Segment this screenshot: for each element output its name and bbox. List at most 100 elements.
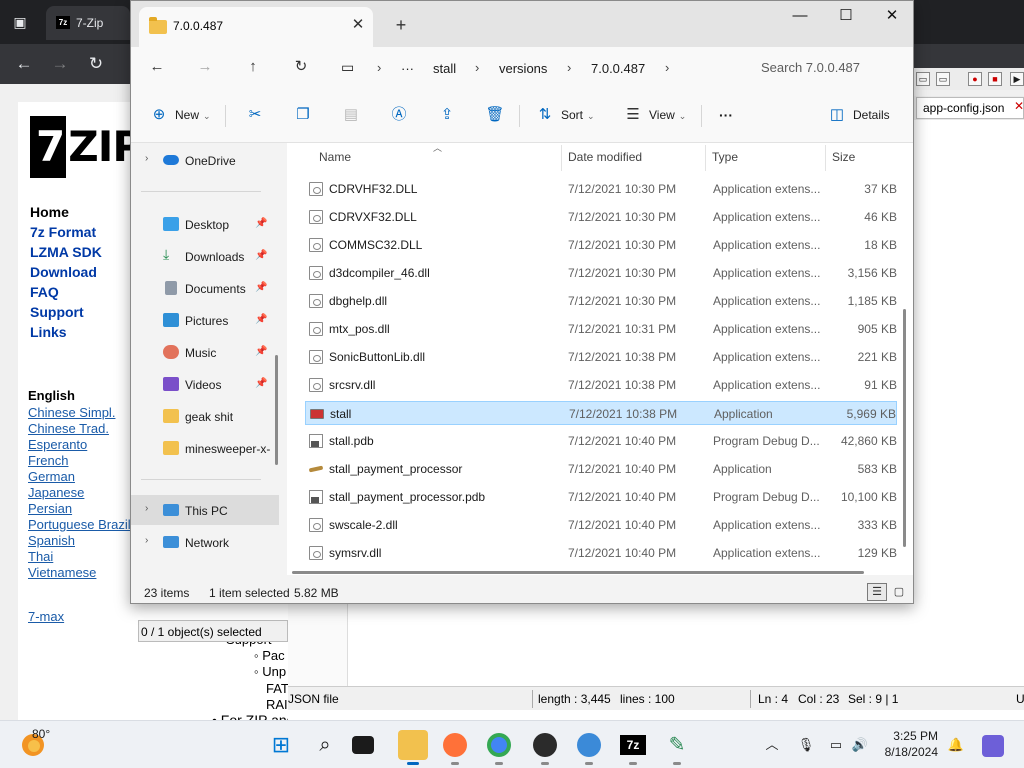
language-link[interactable]: Esperanto (28, 437, 131, 453)
task-view-icon[interactable] (352, 736, 374, 754)
breadcrumb-more[interactable]: ··· (401, 61, 414, 76)
nav-home[interactable]: Home (30, 202, 102, 222)
rename-icon[interactable]: Ⓐ (389, 105, 409, 125)
record-icon[interactable]: ● (968, 72, 982, 86)
close-tab-icon[interactable]: ✕ (349, 16, 367, 34)
forward-arrow-icon[interactable]: → (48, 52, 72, 76)
language-link[interactable]: Chinese Trad. (28, 421, 131, 437)
column-divider[interactable] (561, 145, 562, 171)
language-link[interactable]: Thai (28, 549, 131, 565)
paste-icon[interactable]: ▤ (341, 105, 361, 125)
search-input[interactable]: Search 7.0.0.487 (743, 53, 903, 83)
editor-tab[interactable]: app-config.json (916, 97, 1024, 119)
microphone-icon[interactable]: 🎙 (796, 735, 816, 755)
nav-item-pictures[interactable]: Pictures 📌 (131, 305, 279, 335)
file-row[interactable]: stall 7/12/2021 10:38 PM Application 5,969 … (305, 401, 897, 425)
stop-icon[interactable]: ■ (988, 72, 1002, 86)
language-link[interactable]: Japanese (28, 485, 131, 501)
file-row[interactable]: mtx_pos.dll 7/12/2021 10:31 PM Application… (305, 317, 897, 341)
maximize-icon[interactable]: ☐ (823, 1, 869, 33)
file-row[interactable]: srcsrv.dll 7/12/2021 10:38 PM Application … (305, 373, 897, 397)
more-options-button[interactable]: ··· (719, 103, 733, 127)
language-link[interactable]: Chinese Simpl. (28, 405, 131, 421)
open-icon[interactable]: ▭ (936, 72, 950, 86)
share-icon[interactable]: ⇪ (437, 105, 457, 125)
delete-icon[interactable]: 🗑 (485, 105, 505, 125)
file-row[interactable]: stall.pdb 7/12/2021 10:40 PM Program Debug… (305, 429, 897, 453)
sort-button[interactable]: Sort ⌄ (561, 103, 595, 127)
nav-item-minesweeper[interactable]: minesweeper-x- (131, 433, 279, 463)
obs-icon[interactable] (530, 730, 560, 765)
file-row[interactable]: d3dcompiler_46.dll 7/12/2021 10:30 PM Appl… (305, 261, 897, 285)
breadcrumb[interactable]: ▭ › ··· › stall versions › 7.0.0.487 › (333, 53, 727, 83)
monitor-icon[interactable]: ▭ (341, 59, 354, 76)
column-name[interactable]: Name (319, 150, 351, 164)
browser-tab[interactable]: 7z 7-Zip (46, 6, 130, 40)
chevron-up-icon[interactable]: ︿ (762, 735, 782, 755)
nav-item-onedrive[interactable]: › OneDrive (131, 145, 279, 175)
explorer-tab[interactable]: 7.0.0.487 ✕ (139, 7, 373, 47)
view-button[interactable]: View ⌄ (649, 103, 686, 127)
language-link[interactable]: Spanish (28, 533, 131, 549)
nav-support[interactable]: Support (30, 302, 102, 322)
network-status-icon[interactable]: ▭ (826, 735, 846, 755)
language-link[interactable]: French (28, 453, 131, 469)
column-divider[interactable] (825, 145, 826, 171)
language-link[interactable]: Persian (28, 501, 131, 517)
play-icon[interactable]: ▶ (1010, 72, 1024, 86)
refresh-icon[interactable]: ↻ (289, 55, 313, 79)
file-row[interactable]: stall_payment_processor.pdb 7/12/2021 10:… (305, 485, 897, 509)
file-row[interactable]: CDRVHF32.DLL 7/12/2021 10:30 PM Applicatio… (305, 177, 897, 201)
reload-icon[interactable]: ↻ (84, 52, 108, 76)
nav-item-videos[interactable]: Videos 📌 (131, 369, 279, 399)
firefox-icon[interactable] (440, 730, 470, 765)
chevron-right-icon[interactable]: › (145, 535, 148, 546)
nav-faq[interactable]: FAQ (30, 282, 102, 302)
weather-temperature[interactable]: 80° (32, 727, 50, 741)
breadcrumb-item[interactable]: 7.0.0.487 (591, 61, 645, 76)
volume-icon[interactable]: 🔊 (850, 735, 870, 755)
file-explorer-icon[interactable] (398, 730, 428, 765)
clock[interactable]: 3:25 PM 8/18/2024 (878, 728, 938, 760)
chevron-right-icon[interactable]: › (145, 153, 148, 164)
new-button[interactable]: New ⌄ (175, 103, 211, 127)
column-divider[interactable] (705, 145, 706, 171)
close-window-icon[interactable]: ✕ (869, 1, 915, 33)
vertical-scrollbar[interactable] (903, 309, 906, 547)
globe-app-icon[interactable] (574, 730, 604, 765)
tab-search-icon[interactable]: ▣ (8, 10, 32, 34)
nav-lzma-sdk[interactable]: LZMA SDK (30, 242, 102, 262)
copilot-icon[interactable] (982, 735, 1004, 757)
column-type[interactable]: Type (712, 150, 738, 164)
sevenmax-link[interactable]: 7-max (28, 609, 64, 624)
copy-icon[interactable]: ❐ (293, 105, 313, 125)
nav-item-desktop[interactable]: Desktop 📌 (131, 209, 279, 239)
file-row[interactable]: SonicButtonLib.dll 7/12/2021 10:38 PM Appl… (305, 345, 897, 369)
forward-arrow-icon[interactable]: → (193, 55, 217, 79)
back-arrow-icon[interactable]: ← (12, 52, 36, 76)
minimize-icon[interactable]: — (777, 1, 823, 33)
file-row[interactable]: swscale-2.dll 7/12/2021 10:40 PM Applicati… (305, 513, 897, 537)
nav-item-network[interactable]: › Network (131, 527, 279, 557)
language-link[interactable]: German (28, 469, 131, 485)
column-size[interactable]: Size (832, 150, 855, 164)
nav-download[interactable]: Download (30, 262, 102, 282)
details-button[interactable]: Details (853, 103, 890, 127)
horizontal-scrollbar[interactable] (292, 571, 864, 574)
file-row[interactable]: stall_payment_processor 7/12/2021 10:40 P… (305, 457, 897, 481)
file-row[interactable]: dbghelp.dll 7/12/2021 10:30 PM Application… (305, 289, 897, 313)
new-tab-icon[interactable]: + (389, 14, 413, 38)
search-icon[interactable]: ⌕ (310, 730, 340, 760)
back-arrow-icon[interactable]: ← (145, 55, 169, 79)
nav-item-music[interactable]: Music 📌 (131, 337, 279, 367)
nav-links[interactable]: Links (30, 322, 102, 342)
file-row[interactable]: CDRVXF32.DLL 7/12/2021 10:30 PM Applicatio… (305, 205, 897, 229)
sevenzip-icon[interactable]: 7z (618, 730, 648, 765)
start-icon[interactable]: ⊞ (266, 730, 296, 760)
folder-icon[interactable]: ▭ (916, 72, 930, 86)
cut-icon[interactable]: ✂ (245, 105, 265, 125)
large-icons-view-icon[interactable]: ▢ (889, 583, 909, 601)
close-icon[interactable]: ✕ (1014, 100, 1024, 112)
nav-item-documents[interactable]: Documents 📌 (131, 273, 279, 303)
nav-item-downloads[interactable]: ⤓ Downloads 📌 (131, 241, 279, 271)
